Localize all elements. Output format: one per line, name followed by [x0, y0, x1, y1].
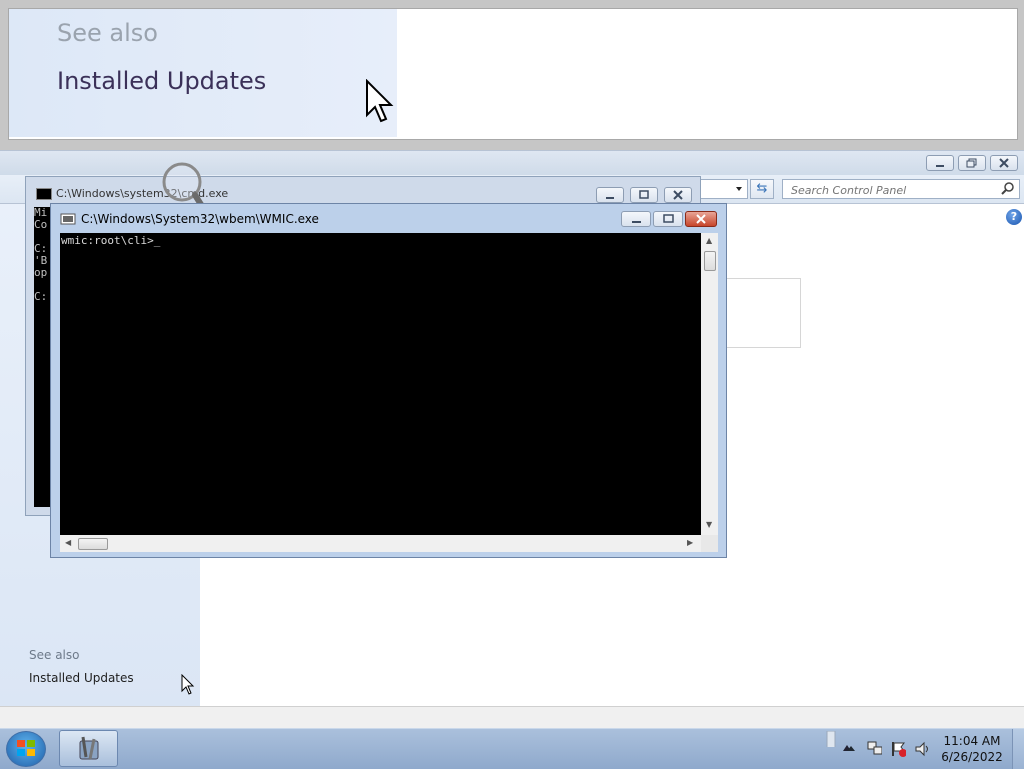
close-icon — [999, 158, 1009, 168]
search-box[interactable] — [782, 179, 1020, 199]
wmic-minimize-button[interactable] — [621, 211, 651, 227]
mouse-cursor-icon — [181, 674, 195, 695]
horizontal-scroll-thumb[interactable] — [78, 538, 108, 550]
wmic-window[interactable]: C:\Windows\System32\wbem\WMIC.exe wmic:r… — [50, 203, 727, 558]
taskbar-control-panel-button[interactable] — [59, 730, 118, 767]
help-icon[interactable]: ? — [1006, 209, 1022, 225]
cmd-maximize-button[interactable] — [630, 187, 658, 203]
wmic-prompt: wmic:root\cli> — [61, 234, 154, 247]
control-panel-titlebar — [0, 151, 1024, 175]
horizontal-scrollbar[interactable]: ◀ ▶ — [60, 535, 701, 552]
expand-tray-icon[interactable] — [846, 743, 862, 759]
refresh-icon: ⇆ — [756, 181, 768, 196]
cmd-app-icon — [36, 188, 52, 200]
scroll-left-arrow-icon[interactable]: ◀ — [65, 538, 71, 547]
cmd-minimize-button[interactable] — [596, 187, 624, 203]
vertical-scroll-thumb[interactable] — [704, 251, 716, 271]
status-bar — [0, 706, 1024, 729]
scrollbar-corner — [701, 535, 718, 552]
windows-logo-icon — [17, 740, 35, 756]
wmic-close-button[interactable] — [685, 211, 717, 227]
scroll-up-arrow-icon[interactable]: ▲ — [706, 236, 712, 245]
address-dropdown[interactable] — [700, 179, 748, 199]
cmd-close-button[interactable] — [664, 187, 692, 203]
volume-icon[interactable] — [914, 741, 930, 757]
search-input[interactable] — [789, 181, 1003, 199]
scroll-down-arrow-icon[interactable]: ▼ — [706, 520, 712, 529]
maximize-icon — [639, 190, 649, 199]
wmic-window-title: C:\Windows\System32\wbem\WMIC.exe — [81, 212, 319, 226]
taskbar: 11:04 AM 6/26/2022 — [0, 728, 1024, 769]
clock[interactable]: 11:04 AM 6/26/2022 — [940, 733, 1004, 765]
show-desktop-button[interactable] — [1012, 729, 1024, 769]
action-center-icon[interactable] — [890, 741, 906, 757]
network-icon[interactable] — [866, 741, 882, 757]
scroll-right-arrow-icon[interactable]: ▶ — [687, 538, 693, 547]
installed-updates-link[interactable]: Installed Updates — [29, 671, 134, 685]
start-button[interactable] — [6, 731, 46, 767]
magnifier-content: See also Installed Updates — [8, 8, 1018, 140]
vertical-scrollbar[interactable]: ▲ ▼ — [701, 233, 718, 535]
restore-button[interactable] — [958, 155, 986, 171]
refresh-button[interactable]: ⇆ — [750, 179, 774, 199]
magnifier-view: See also Installed Updates — [0, 0, 1024, 150]
magnified-cursor-icon — [366, 79, 394, 123]
magnified-installed-updates-link[interactable]: Installed Updates — [57, 67, 266, 95]
wmic-app-icon — [60, 213, 76, 225]
maximize-icon — [663, 214, 674, 223]
magnified-sidebar: See also Installed Updates — [9, 9, 397, 137]
close-button[interactable] — [990, 155, 1018, 171]
minimize-icon — [936, 165, 944, 167]
clock-time: 11:04 AM — [943, 734, 1001, 748]
tools-icon — [79, 736, 99, 760]
scrollbar-handle-icon — [826, 731, 836, 747]
wmic-console[interactable]: wmic:root\cli>_ — [60, 233, 701, 535]
content-box — [722, 278, 801, 348]
chevron-down-icon — [736, 187, 742, 191]
close-icon — [673, 190, 683, 200]
minimize-icon — [606, 197, 614, 199]
close-icon — [696, 214, 706, 224]
clock-date: 6/26/2022 — [941, 750, 1003, 764]
magnified-see-also-label: See also — [57, 19, 158, 47]
search-icon — [1001, 182, 1014, 195]
text-cursor: _ — [153, 234, 161, 247]
restore-icon — [966, 158, 977, 168]
wmic-maximize-button[interactable] — [653, 211, 683, 227]
minimize-button[interactable] — [926, 155, 954, 171]
see-also-label: See also — [29, 648, 80, 662]
minimize-icon — [632, 221, 641, 223]
